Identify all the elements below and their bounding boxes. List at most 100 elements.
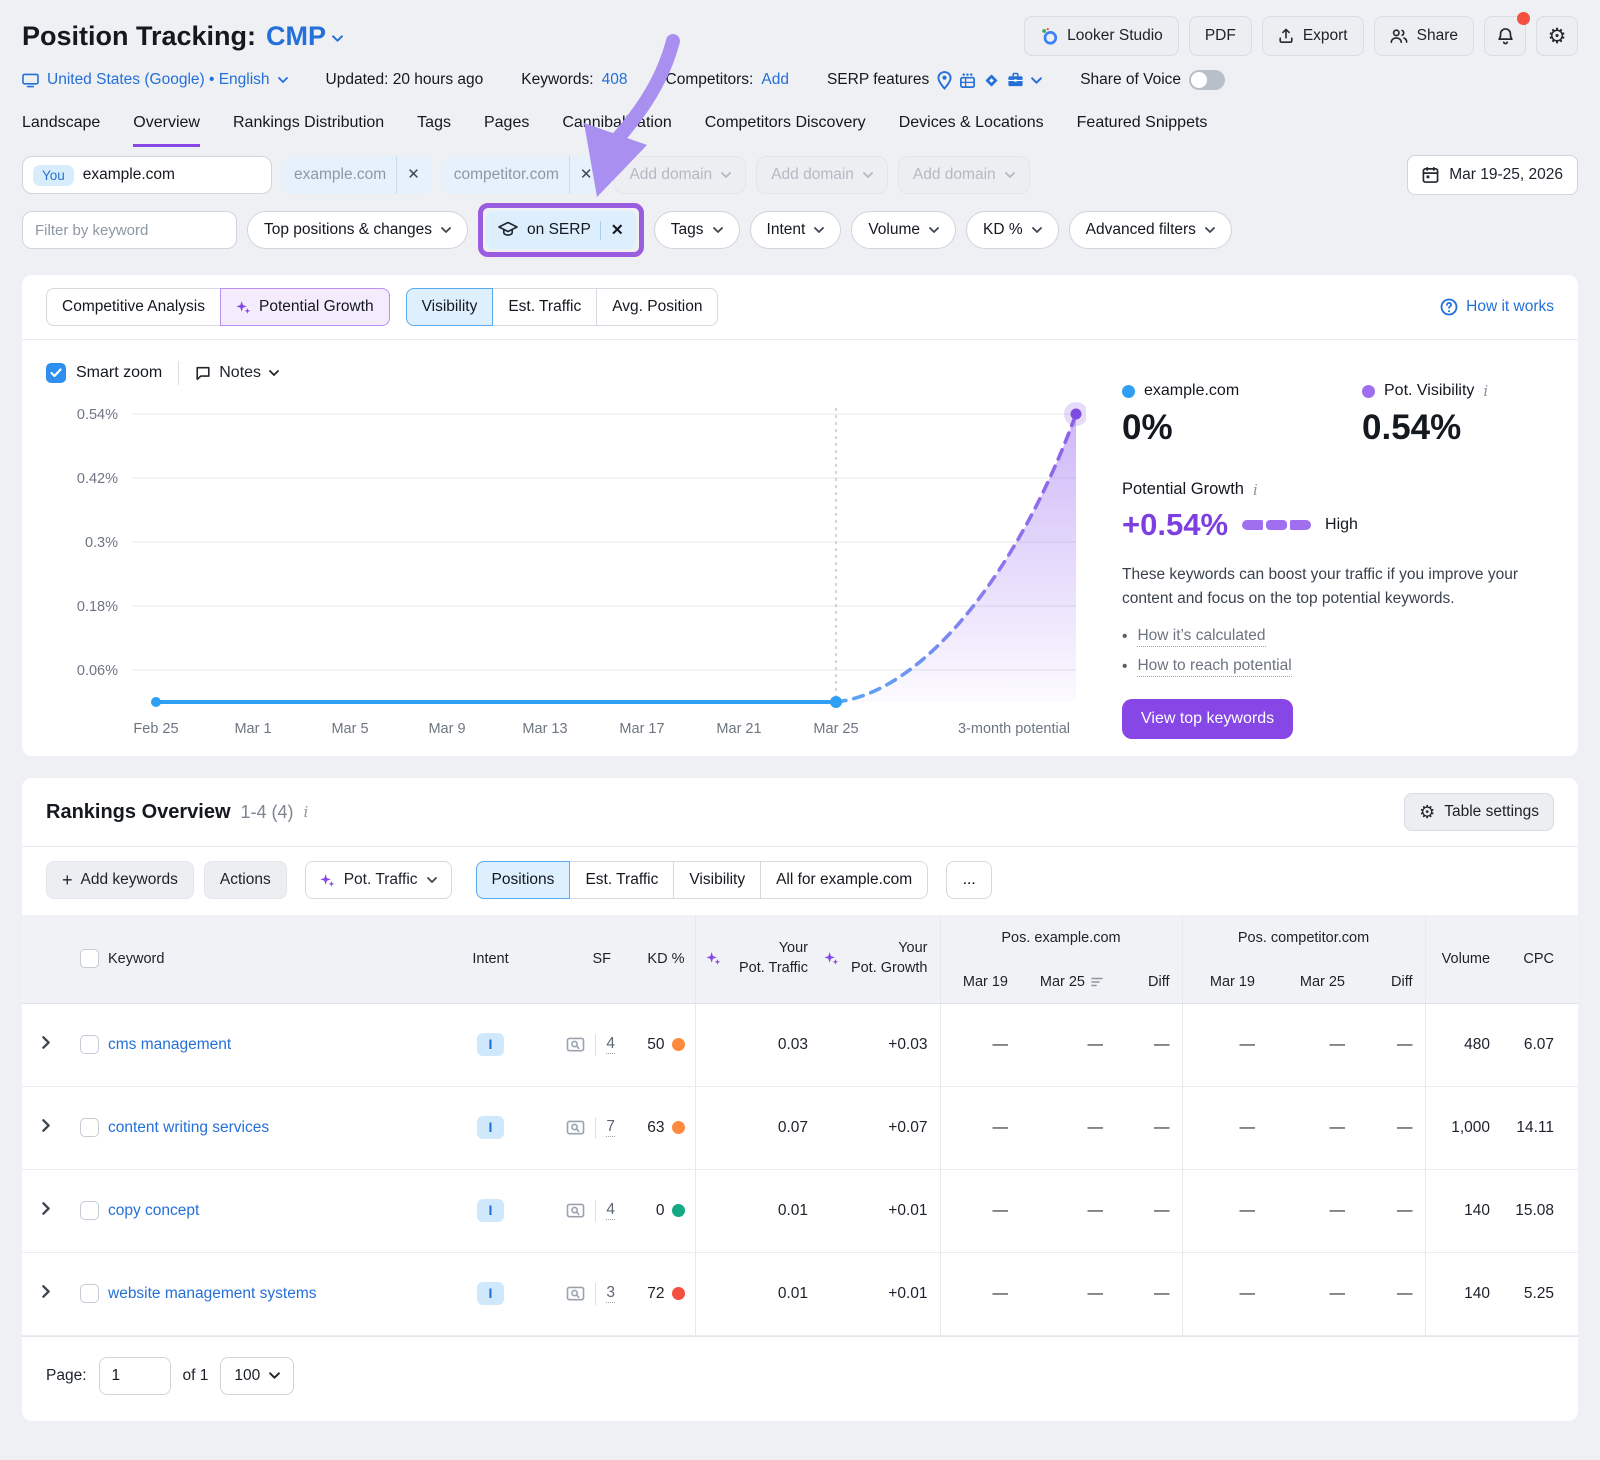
share-of-voice-toggle[interactable]	[1189, 70, 1225, 90]
info-icon[interactable]: i	[1483, 382, 1488, 400]
advanced-filters[interactable]: Advanced filters	[1069, 211, 1232, 249]
smart-zoom-checkbox[interactable]	[46, 363, 66, 383]
serp-preview-icon[interactable]	[566, 1037, 585, 1053]
your-domain-input[interactable]	[83, 166, 223, 184]
visibility-view-tab[interactable]: Visibility	[673, 861, 761, 899]
volume-column-header[interactable]: Volume	[1425, 915, 1498, 1003]
intent-filter[interactable]: Intent	[750, 211, 842, 249]
kd-filter[interactable]: KD %	[966, 211, 1059, 249]
more-views-button[interactable]: ...	[946, 861, 992, 899]
location-language-selector[interactable]: United States (Google) • English	[47, 71, 270, 89]
tab-cannibalization[interactable]: Cannibalization	[562, 114, 671, 147]
keyword-link[interactable]: copy concept	[108, 1202, 199, 1219]
volume-filter[interactable]: Volume	[851, 211, 956, 249]
add-keywords-button[interactable]: + Add keywords	[46, 861, 194, 899]
remove-domain-icon[interactable]: ✕	[569, 156, 593, 194]
pot-traffic-column-header[interactable]: YourPot. Traffic	[695, 915, 820, 1003]
serp-preview-icon[interactable]	[566, 1286, 585, 1302]
pdf-button[interactable]: PDF	[1189, 16, 1252, 56]
tab-devices-locations[interactable]: Devices & Locations	[899, 114, 1044, 147]
competitor-mar25-header[interactable]: Mar 25	[1267, 961, 1357, 1003]
serp-features-count[interactable]: 4	[606, 1201, 615, 1220]
date-range-picker[interactable]: Mar 19-25, 2026	[1407, 155, 1578, 195]
tab-featured-snippets[interactable]: Featured Snippets	[1077, 114, 1208, 147]
serp-preview-icon[interactable]	[566, 1203, 585, 1219]
all-for-domain-view-tab[interactable]: All for example.com	[760, 861, 928, 899]
keyword-link[interactable]: website management systems	[108, 1285, 316, 1302]
tags-filter[interactable]: Tags	[654, 211, 740, 249]
tab-overview[interactable]: Overview	[133, 114, 200, 147]
expand-row-icon[interactable]	[42, 1202, 50, 1215]
row-checkbox[interactable]	[80, 1118, 99, 1137]
view-top-keywords-button[interactable]: View top keywords	[1122, 699, 1293, 739]
example-diff-header[interactable]: Diff	[1115, 961, 1182, 1003]
notifications-button[interactable]	[1484, 16, 1526, 56]
your-domain-field[interactable]: You	[22, 156, 272, 194]
example-mar25-header[interactable]: Mar 25	[1020, 961, 1115, 1003]
how-it-works-link[interactable]: How it works	[1440, 298, 1554, 316]
kd-column-header[interactable]: KD %	[625, 915, 695, 1003]
visibility-metric-tab[interactable]: Visibility	[406, 288, 494, 326]
pot-growth-column-header[interactable]: YourPot. Growth	[820, 915, 940, 1003]
example-mar19-header[interactable]: Mar 19	[940, 961, 1020, 1003]
info-icon[interactable]: i	[304, 803, 309, 821]
sf-column-header[interactable]: SF	[543, 915, 625, 1003]
per-page-select[interactable]: 100	[220, 1357, 294, 1395]
row-checkbox[interactable]	[80, 1035, 99, 1054]
tab-landscape[interactable]: Landscape	[22, 114, 100, 147]
potential-growth-tab[interactable]: Potential Growth	[220, 288, 390, 326]
reach-potential-link[interactable]: How to reach potential	[1137, 657, 1291, 677]
domain-chip-example[interactable]: example.com ✕	[282, 156, 432, 194]
keyword-filter-field[interactable]	[22, 211, 237, 249]
keywords-count-link[interactable]: 408	[602, 71, 628, 89]
project-selector[interactable]: CMP	[266, 21, 343, 52]
settings-button[interactable]: ⚙	[1536, 16, 1578, 56]
competitor-mar19-header[interactable]: Mar 19	[1182, 961, 1267, 1003]
serp-preview-icon[interactable]	[566, 1120, 585, 1136]
export-button[interactable]: Export	[1262, 16, 1364, 56]
est-traffic-view-tab[interactable]: Est. Traffic	[569, 861, 674, 899]
select-all-checkbox[interactable]	[80, 949, 99, 968]
add-domain-button-3[interactable]: Add domain	[898, 156, 1030, 194]
table-settings-button[interactable]: ⚙ Table settings	[1404, 793, 1554, 831]
pot-traffic-dropdown[interactable]: Pot. Traffic	[305, 861, 452, 899]
positions-view-tab[interactable]: Positions	[476, 861, 571, 899]
visibility-chart[interactable]: 0.54% 0.42% 0.3% 0.18% 0.06%	[46, 396, 1086, 741]
expand-row-icon[interactable]	[42, 1119, 50, 1132]
actions-button[interactable]: Actions	[204, 861, 287, 899]
row-checkbox[interactable]	[80, 1284, 99, 1303]
looker-studio-button[interactable]: Looker Studio	[1024, 16, 1179, 56]
remove-domain-icon[interactable]: ✕	[396, 156, 420, 194]
top-positions-filter[interactable]: Top positions & changes	[247, 211, 468, 249]
serp-features-count[interactable]: 7	[606, 1118, 615, 1137]
chevron-down-icon[interactable]	[1031, 77, 1042, 84]
serp-features-count[interactable]: 4	[606, 1035, 615, 1054]
add-domain-button-1[interactable]: Add domain	[614, 156, 746, 194]
tab-competitors-discovery[interactable]: Competitors Discovery	[705, 114, 866, 147]
avg-position-metric-tab[interactable]: Avg. Position	[596, 288, 718, 326]
intent-badge[interactable]: I	[477, 1116, 504, 1139]
add-domain-button-2[interactable]: Add domain	[756, 156, 888, 194]
intent-badge[interactable]: I	[477, 1282, 504, 1305]
expand-row-icon[interactable]	[42, 1036, 50, 1049]
notes-dropdown[interactable]: Notes	[195, 364, 279, 382]
est-traffic-metric-tab[interactable]: Est. Traffic	[492, 288, 597, 326]
competitor-diff-header[interactable]: Diff	[1357, 961, 1425, 1003]
keyword-link[interactable]: content writing services	[108, 1119, 269, 1136]
keyword-link[interactable]: cms management	[108, 1036, 231, 1053]
on-serp-filter-chip[interactable]: on SERP ✕	[486, 211, 636, 249]
remove-serp-filter-icon[interactable]: ✕	[600, 221, 624, 240]
keyword-filter-input[interactable]	[23, 222, 237, 239]
tab-rankings-distribution[interactable]: Rankings Distribution	[233, 114, 384, 147]
domain-chip-competitor[interactable]: competitor.com ✕	[442, 156, 605, 194]
serp-features-count[interactable]: 3	[606, 1284, 615, 1303]
tab-pages[interactable]: Pages	[484, 114, 529, 147]
tab-tags[interactable]: Tags	[417, 114, 451, 147]
keyword-column-header[interactable]: Keyword	[108, 915, 438, 1003]
competitive-analysis-tab[interactable]: Competitive Analysis	[46, 288, 221, 326]
intent-column-header[interactable]: Intent	[438, 915, 543, 1003]
row-checkbox[interactable]	[80, 1201, 99, 1220]
intent-badge[interactable]: I	[477, 1033, 504, 1056]
competitors-add-link[interactable]: Add	[761, 71, 789, 89]
cpc-column-header[interactable]: CPC	[1498, 915, 1578, 1003]
